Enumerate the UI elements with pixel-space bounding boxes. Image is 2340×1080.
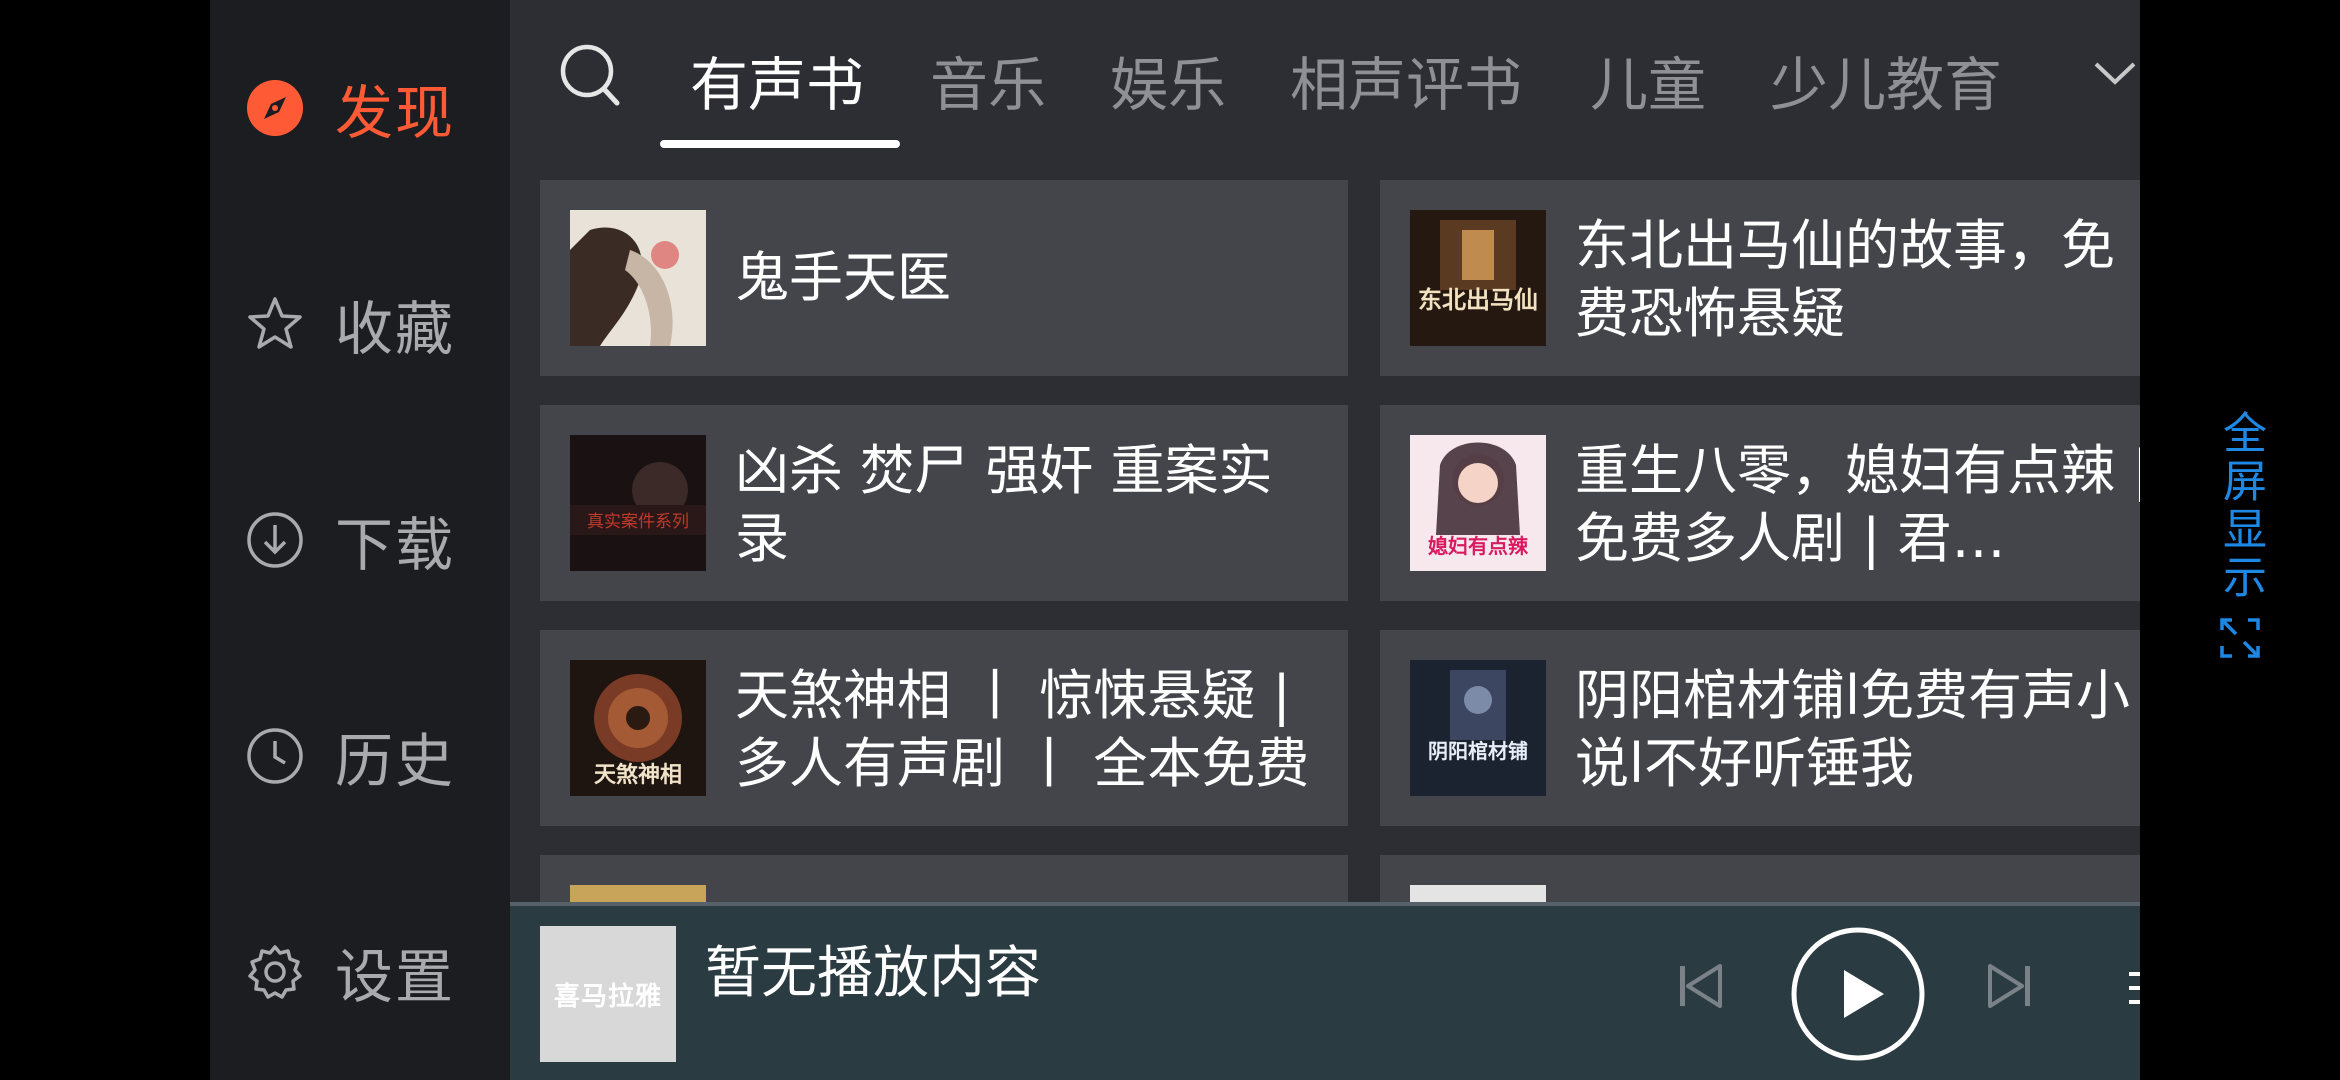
book-cover-image	[570, 210, 706, 346]
sidebar-item-discover[interactable]: 发现	[210, 48, 510, 168]
search-button[interactable]	[555, 35, 625, 115]
tab-music[interactable]: 音乐	[930, 38, 1046, 122]
mini-player: 喜马拉雅 暂无播放内容	[510, 902, 2140, 1080]
next-track-button[interactable]	[1980, 956, 2040, 1016]
book-cover-image: 媳妇有点辣	[1410, 435, 1546, 571]
tab-crosstalk-storytelling[interactable]: 相声评书	[1290, 38, 1522, 122]
cover-text: 媳妇有点辣	[1428, 534, 1529, 558]
sidebar-item-settings[interactable]: 设置	[210, 912, 510, 1032]
book-card[interactable]: 媳妇有点辣 重生八零，媳妇有点辣 | 免费多人剧 | 君…	[1380, 405, 2140, 601]
now-playing-thumbnail[interactable]: 喜马拉雅	[540, 926, 676, 1062]
skip-previous-icon	[1680, 964, 1722, 1008]
category-tab-bar: 有声书 音乐 娱乐 相声评书 儿童 少儿教育	[510, 0, 2140, 155]
clock-icon	[245, 726, 305, 786]
book-cover-image: 东北出马仙	[1410, 210, 1546, 346]
book-card[interactable]: 东北出马仙 东北出马仙的故事，免费恐怖悬疑	[1380, 180, 2140, 376]
ximalaya-logo: 喜马拉雅	[553, 981, 662, 1012]
search-icon	[560, 44, 620, 106]
cover-text: 阴阳棺材铺	[1428, 739, 1528, 763]
sidebar-item-label: 收藏	[335, 295, 456, 363]
sidebar: 发现 收藏 下载 历史 设置	[210, 0, 510, 1080]
download-icon	[245, 510, 305, 570]
book-title: 鬼手天医	[735, 246, 951, 309]
fullscreen-toggle[interactable]: 全屏显示	[2205, 410, 2275, 670]
playlist-button[interactable]	[2125, 964, 2140, 1014]
book-title: 凶杀 焚尸 强奸 重案实录	[735, 439, 1273, 570]
book-card[interactable]: 真实案件系列 凶杀 焚尸 强奸 重案实录	[540, 405, 1348, 601]
book-card[interactable]: 阴阳棺材铺 阴阳棺材铺l免费有声小说l不好听锤我	[1380, 630, 2140, 826]
cover-text: 真实案件系列	[587, 512, 689, 532]
compass-icon	[245, 78, 305, 138]
more-categories-button[interactable]	[2090, 50, 2140, 100]
book-card[interactable]: 鬼手天医	[540, 180, 1348, 376]
sidebar-item-label: 历史	[335, 727, 456, 795]
tab-children[interactable]: 儿童	[1590, 38, 1706, 122]
book-cover-image: 天煞神相	[570, 660, 706, 796]
active-tab-indicator	[660, 140, 900, 148]
book-title: 阴阳棺材铺l免费有声小说l不好听锤我	[1575, 664, 2131, 795]
book-card[interactable]: 天煞神相 天煞神相 丨 惊悚悬疑 | 多人有声剧 丨 全本免费	[540, 630, 1348, 826]
book-title: 天煞神相 丨 惊悚悬疑 | 多人有声剧 丨 全本免费	[735, 664, 1310, 795]
playlist-icon	[2129, 972, 2140, 1004]
cover-text: 天煞神相	[594, 762, 682, 788]
gear-icon	[245, 942, 305, 1002]
tab-entertainment[interactable]: 娱乐	[1110, 38, 1226, 122]
fullscreen-label: 全屏显示	[2215, 410, 2266, 602]
expand-icon	[2220, 618, 2260, 658]
now-playing-title: 暂无播放内容	[705, 941, 1041, 1006]
sidebar-item-downloads[interactable]: 下载	[210, 480, 510, 600]
sidebar-item-label: 设置	[335, 943, 456, 1011]
cover-text: 东北出马仙	[1418, 286, 1538, 314]
sidebar-item-favorites[interactable]: 收藏	[210, 264, 510, 384]
sidebar-item-label: 发现	[335, 79, 456, 147]
star-icon	[245, 294, 305, 354]
tab-kids-education[interactable]: 少儿教育	[1770, 38, 2002, 122]
book-cover-image: 阴阳棺材铺	[1410, 660, 1546, 796]
play-button[interactable]	[1790, 926, 1926, 1062]
play-icon	[1791, 927, 1925, 1061]
book-cover-image: 真实案件系列	[570, 435, 706, 571]
sidebar-item-label: 下载	[335, 511, 456, 579]
previous-track-button[interactable]	[1670, 956, 1730, 1016]
main-content: 有声书 音乐 娱乐 相声评书 儿童 少儿教育 鬼手天医 东北出马仙 东北出马仙的…	[510, 0, 2140, 1080]
book-title: 重生八零，媳妇有点辣 | 免费多人剧 | 君…	[1575, 439, 2140, 570]
tab-audiobook[interactable]: 有声书	[690, 38, 864, 122]
chevron-down-icon	[2094, 62, 2136, 85]
sidebar-item-history[interactable]: 历史	[210, 696, 510, 816]
skip-next-icon	[1988, 964, 2030, 1008]
book-title: 东北出马仙的故事，免费恐怖悬疑	[1575, 214, 2115, 345]
